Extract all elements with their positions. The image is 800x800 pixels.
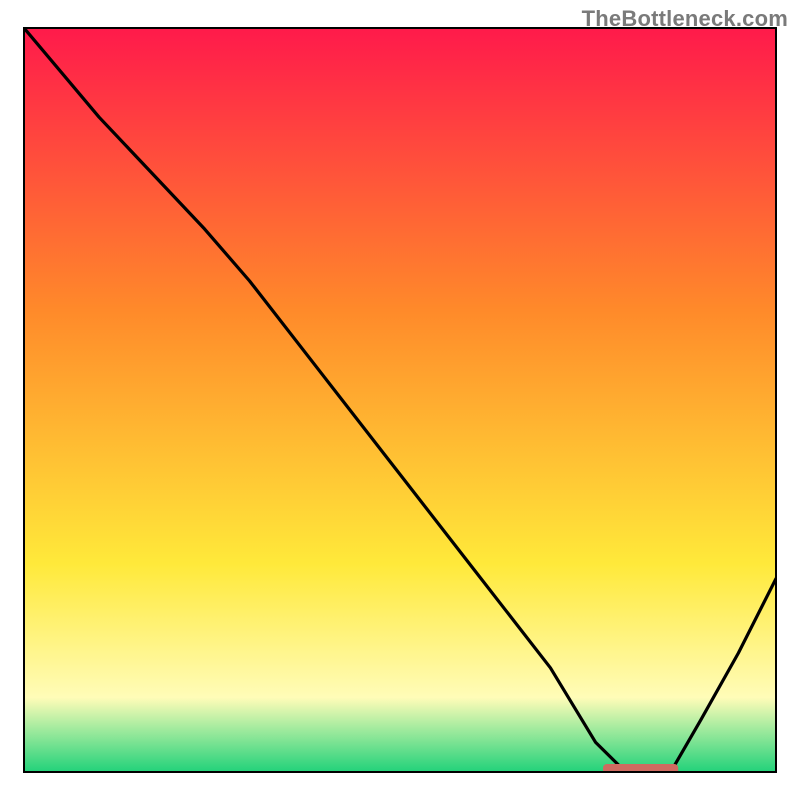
attribution-text: TheBottleneck.com: [582, 6, 788, 32]
bottleneck-chart: [0, 0, 800, 800]
plot-background: [24, 28, 776, 772]
